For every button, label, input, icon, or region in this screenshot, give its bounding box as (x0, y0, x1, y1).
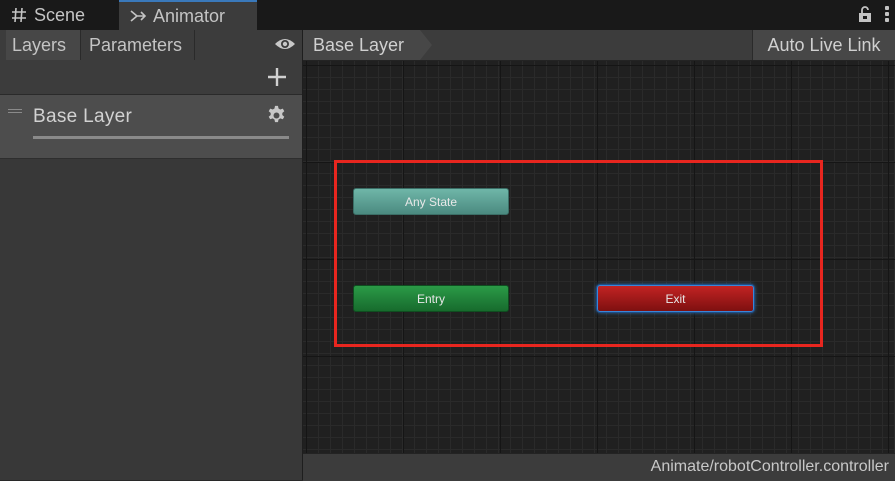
layer-item-base-layer[interactable]: Base Layer (0, 95, 302, 159)
window-tab-bar: Scene Animator (0, 0, 895, 30)
auto-live-link-button[interactable]: Auto Live Link (752, 30, 895, 60)
lock-icon[interactable] (857, 5, 873, 23)
breadcrumb-arrow (420, 30, 432, 60)
tab-animator[interactable]: Animator (119, 0, 257, 30)
layers-empty-area (0, 159, 302, 480)
gear-icon[interactable] (266, 105, 287, 126)
hash-icon (12, 7, 26, 23)
layer-name: Base Layer (33, 106, 133, 127)
breadcrumb-base-layer[interactable]: Base Layer (303, 30, 421, 60)
drag-handle-icon[interactable] (8, 109, 22, 115)
layer-weight-bar (33, 136, 289, 139)
tab-layers[interactable]: Layers (6, 30, 81, 60)
eye-icon[interactable] (274, 36, 296, 52)
any-state-node[interactable]: Any State (353, 188, 509, 215)
exit-node[interactable]: Exit (597, 285, 754, 312)
controller-path: Animate/robotController.controller (650, 458, 889, 475)
plus-icon[interactable] (267, 67, 287, 87)
tab-label: Scene (34, 4, 86, 25)
layers-panel: Layers Parameters Base Layer (0, 30, 303, 480)
window-controls (857, 5, 889, 23)
add-layer-row (0, 60, 302, 95)
more-options-icon[interactable] (885, 6, 889, 22)
entry-node[interactable]: Entry (353, 285, 509, 312)
panel-tabs: Layers Parameters (0, 30, 302, 60)
status-bar: Animate/robotController.controller (303, 453, 895, 481)
state-machine-graph[interactable]: Any State Entry Exit (303, 61, 895, 453)
tab-parameters[interactable]: Parameters (83, 30, 195, 60)
tab-label: Animator (153, 5, 226, 26)
tab-scene[interactable]: Scene (0, 0, 118, 30)
graph-toolbar: Base Layer Auto Live Link (303, 30, 895, 61)
animator-icon (130, 10, 147, 22)
